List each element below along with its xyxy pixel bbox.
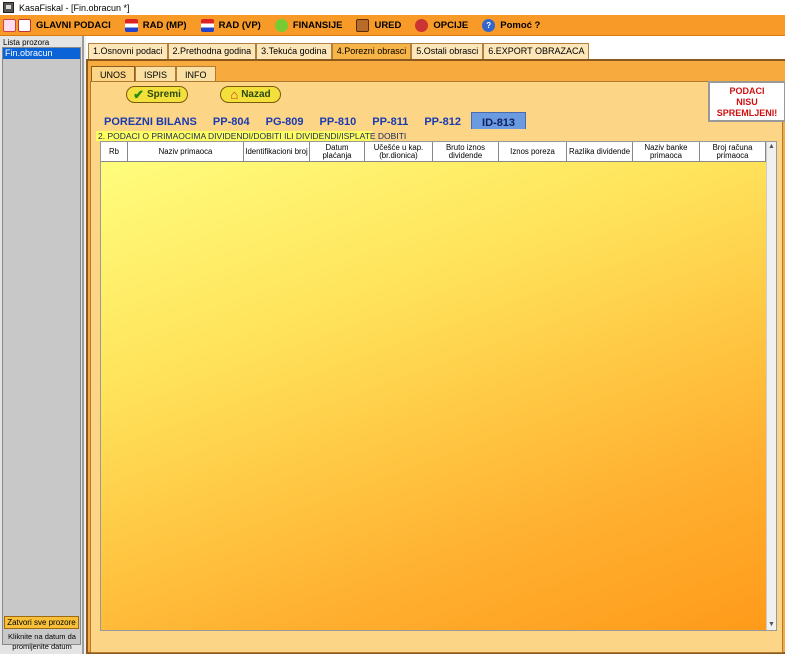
tab-osnovni-podaci[interactable]: 1.Osnovni podaci [88, 43, 168, 59]
back-button[interactable]: ⌂ Nazad [220, 86, 281, 103]
column-header[interactable]: Bruto iznos dividende [433, 142, 499, 161]
status-box: PODACI NISU SPREMLJENI! [708, 81, 785, 122]
close-all-windows-button[interactable]: Zatvori sve prozore [4, 616, 79, 629]
recipients-grid[interactable]: Rb Naziv primaoca Identifikacioni broj D… [100, 141, 777, 631]
finance-icon [274, 18, 288, 32]
briefcase-icon [356, 18, 370, 32]
column-header[interactable]: Rb [101, 142, 128, 161]
document-icon [3, 18, 16, 32]
tab-ispis[interactable]: ISPIS [135, 66, 177, 81]
menu-label: GLAVNI PODACI [36, 19, 111, 31]
date-hint[interactable]: Kliknite na datum da promijenite datum [2, 632, 82, 652]
home-icon: ⌂ [230, 87, 239, 102]
window-list: Fin.obracun [2, 47, 81, 645]
menu-label: Pomoć ? [500, 19, 541, 31]
save-button[interactable]: ✔ Spremi [126, 86, 188, 103]
scroll-down-icon[interactable]: ▼ [767, 620, 776, 630]
menu-finansije[interactable]: FINANSIJE [274, 18, 343, 32]
window-list-header: Lista prozora [3, 38, 50, 47]
scroll-up-icon[interactable]: ▲ [767, 142, 776, 152]
window-list-panel: Lista prozora Fin.obracun Zatvori sve pr… [0, 36, 84, 654]
save-label: Spremi [147, 89, 181, 100]
column-header[interactable]: Datum plaćanja [310, 142, 365, 161]
tab-pp-812[interactable]: PP-812 [416, 112, 469, 129]
menu-rad-vp[interactable]: RAD (VP) [200, 18, 261, 32]
tab-export-obrazaca[interactable]: 6.EXPORT OBRAZACA [483, 43, 590, 59]
menu-glavni-podaci[interactable]: GLAVNI PODACI [3, 18, 111, 32]
menu-label: URED [374, 19, 402, 31]
column-header[interactable]: Identifikacioni broj [244, 142, 310, 161]
sub-tabs: UNOS ISPIS INFO [91, 66, 216, 81]
menu-rad-mp[interactable]: RAD (MP) [124, 18, 187, 32]
tab-pp-804[interactable]: PP-804 [205, 112, 258, 129]
menu-bar: GLAVNI PODACI RAD (MP) RAD (VP) FINANSIJ… [0, 15, 785, 36]
menu-label: FINANSIJE [292, 19, 343, 31]
menu-label: RAD (MP) [142, 19, 187, 31]
flag-icon [200, 18, 214, 32]
menu-opcije[interactable]: OPCIJE [415, 18, 469, 32]
main-panel: 1.Osnovni podaci 2.Prethodna godina 3.Te… [86, 36, 785, 654]
title-bar: KasaFiskal - [Fin.obracun *] [0, 0, 785, 15]
vertical-scrollbar[interactable]: ▲ ▼ [766, 142, 776, 630]
tab-tekuca-godina[interactable]: 3.Tekuća godina [256, 43, 332, 59]
window-list-item[interactable]: Fin.obracun [3, 48, 80, 59]
tab-unos[interactable]: UNOS [91, 66, 136, 81]
main-tabs: 1.Osnovni podaci 2.Prethodna godina 3.Te… [88, 43, 590, 60]
tab-porezni-obrasci[interactable]: 4.Porezni obrasci [331, 43, 412, 60]
section-title: 2. PODACI O PRIMAOCIMA DIVIDENDI/DOBITI … [96, 131, 407, 141]
document-icon [18, 18, 31, 32]
menu-ured[interactable]: URED [356, 18, 402, 32]
status-line: NISU [736, 97, 758, 107]
tab-pp-811[interactable]: PP-811 [364, 112, 416, 129]
status-line: SPREMLJENI! [716, 108, 778, 118]
flag-icon [124, 18, 138, 32]
tab-pp-810[interactable]: PP-810 [312, 112, 365, 129]
app-icon [3, 2, 14, 13]
menu-pomoc[interactable]: ? Pomoć ? [482, 18, 541, 32]
dividend-section: 2. PODACI O PRIMAOCIMA DIVIDENDI/DOBITI … [96, 131, 785, 651]
help-icon: ? [482, 18, 496, 32]
menu-label: RAD (VP) [218, 19, 261, 31]
tab-content-frame: UNOS ISPIS INFO ✔ Spremi ⌂ Nazad PODACI … [86, 59, 785, 654]
menu-label: OPCIJE [433, 19, 469, 31]
column-header[interactable]: Naziv banke primaoca [633, 142, 700, 161]
tab-ostali-obrasci[interactable]: 5.Ostali obrasci [411, 43, 484, 59]
column-header[interactable]: Razlika dividende [567, 142, 633, 161]
tab-id-813[interactable]: ID-813 [471, 112, 527, 129]
unos-panel: ✔ Spremi ⌂ Nazad PODACI NISU SPREMLJENI!… [90, 81, 785, 653]
checkmark-icon: ✔ [133, 86, 144, 102]
tab-prethodna-godina[interactable]: 2.Prethodna godina [167, 43, 257, 59]
back-label: Nazad [241, 89, 271, 100]
column-header[interactable]: Naziv primaoca [128, 142, 244, 161]
column-header[interactable]: Učešće u kap.(br.dionica) [365, 142, 433, 161]
column-header[interactable]: Iznos poreza [499, 142, 567, 161]
column-header[interactable]: Broj računa primaoca [700, 142, 766, 161]
window-title: KasaFiskal - [Fin.obracun *] [19, 2, 130, 13]
status-line: PODACI [729, 86, 765, 96]
tab-porezni-bilans[interactable]: POREZNI BILANS [96, 112, 205, 129]
form-tabs: POREZNI BILANS PP-804 PG-809 PP-810 PP-8… [96, 112, 527, 129]
tab-pg-809[interactable]: PG-809 [258, 112, 312, 129]
options-icon [415, 18, 429, 32]
grid-header: Rb Naziv primaoca Identifikacioni broj D… [101, 142, 776, 162]
tab-info[interactable]: INFO [176, 66, 216, 81]
